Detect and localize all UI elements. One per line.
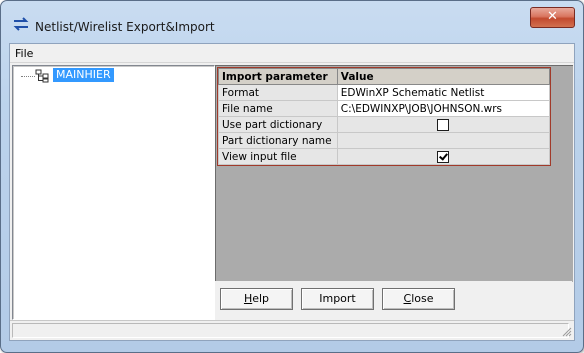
- table-row: Format EDWinXP Schematic Netlist: [218, 84, 551, 101]
- param-name-format: Format: [218, 84, 338, 101]
- close-window-button[interactable]: ✕: [530, 7, 575, 28]
- exchange-arrows-icon: [13, 17, 29, 31]
- param-name-part-dictionary-name: Part dictionary name: [218, 132, 338, 149]
- param-name-use-part-dictionary: Use part dictionary: [218, 116, 338, 133]
- status-panel: [12, 323, 569, 338]
- hierarchy-tree[interactable]: MAINHIER: [12, 65, 215, 320]
- format-value-field[interactable]: EDWinXP Schematic Netlist: [336, 84, 551, 101]
- parameter-panel: Import parameter Value Format EDWinXP Sc…: [215, 65, 573, 282]
- menu-file[interactable]: File: [15, 47, 33, 60]
- client-area: File MAINHIER Import parameter Value For…: [9, 43, 575, 341]
- column-header-value: Value: [336, 68, 551, 85]
- help-label: elp: [252, 292, 270, 305]
- tree-connector: [21, 76, 35, 77]
- view-input-file-checkbox[interactable]: [437, 150, 450, 163]
- table-row: Part dictionary name: [218, 132, 551, 149]
- close-button[interactable]: Close: [382, 288, 455, 310]
- table-row: View input file: [218, 148, 551, 165]
- status-bar: [10, 320, 574, 339]
- menu-bar: File: [10, 44, 574, 63]
- import-parameter-grid: Import parameter Value Format EDWinXP Sc…: [217, 67, 551, 166]
- table-row: File name C:\EDWINXP\JOB\JOHNSON.wrs: [218, 100, 551, 117]
- resize-grip-icon[interactable]: [562, 327, 572, 337]
- help-button[interactable]: Help: [220, 288, 293, 310]
- button-bar: Help Import Close: [215, 281, 572, 319]
- grid-header-row: Import parameter Value: [218, 68, 551, 85]
- import-button[interactable]: Import: [301, 288, 374, 310]
- close-label: lose: [411, 292, 434, 305]
- window-title: Netlist/Wirelist Export&Import: [35, 20, 215, 34]
- tree-node-mainhier[interactable]: MAINHIER: [53, 68, 114, 82]
- close-icon: ✕: [547, 9, 558, 24]
- dialog-window: Netlist/Wirelist Export&Import ✕ File MA…: [0, 0, 584, 353]
- use-part-dictionary-checkbox[interactable]: [437, 118, 450, 131]
- use-part-dictionary-cell: [336, 116, 551, 133]
- import-label: Import: [319, 292, 356, 305]
- part-dictionary-name-field[interactable]: [336, 132, 551, 149]
- table-row: Use part dictionary: [218, 116, 551, 133]
- param-name-file-name: File name: [218, 100, 338, 117]
- view-input-file-cell: [336, 148, 551, 165]
- hierarchy-icon: [35, 69, 49, 83]
- column-header-parameter: Import parameter: [218, 68, 338, 85]
- title-bar[interactable]: Netlist/Wirelist Export&Import ✕: [1, 1, 583, 37]
- param-name-view-input-file: View input file: [218, 148, 338, 165]
- help-mnemonic: H: [243, 292, 253, 305]
- file-name-field[interactable]: C:\EDWINXP\JOB\JOHNSON.wrs: [336, 100, 551, 117]
